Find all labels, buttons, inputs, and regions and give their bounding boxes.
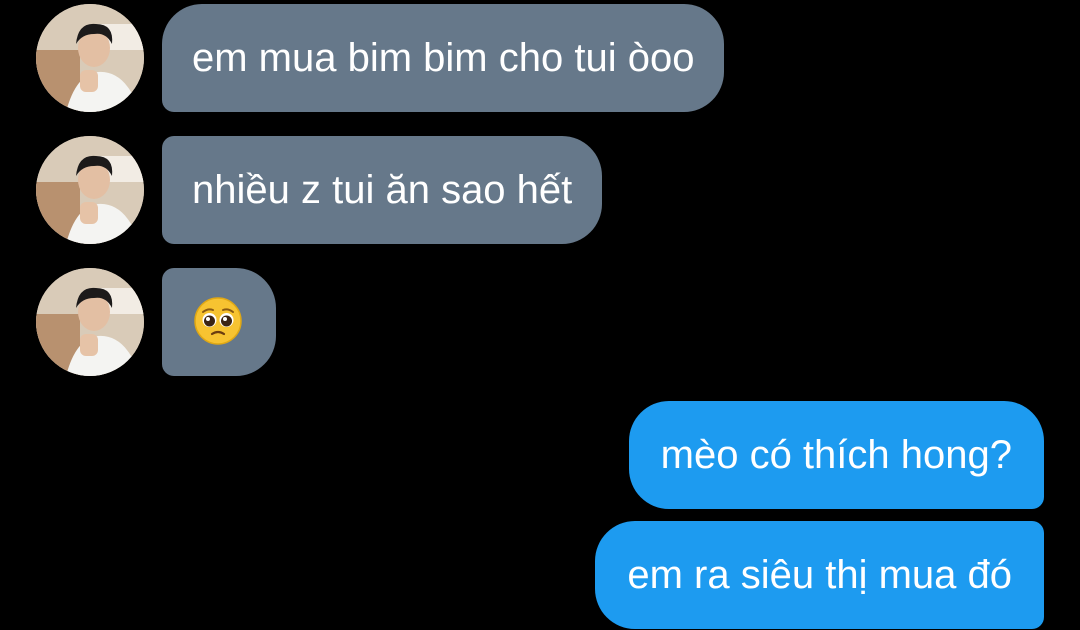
message-text: em ra siêu thị mua đó [627,553,1012,597]
message-text: em mua bim bim cho tui òoo [192,36,695,80]
message-text: mèo có thích hong? [660,433,1012,477]
chat-thread: em mua bim bim cho tui òoo nhiều z tui ă… [0,0,1080,630]
message-text: nhiều z tui ăn sao hết [192,168,573,212]
received-emoji-bubble[interactable] [162,268,276,376]
sent-message-bubble[interactable]: mèo có thích hong? [628,401,1044,509]
received-message-bubble[interactable]: em mua bim bim cho tui òoo [162,4,725,112]
received-message-bubble[interactable]: nhiều z tui ăn sao hết [162,136,603,244]
sender-avatar[interactable] [36,136,144,244]
avatar-photo-icon [36,268,144,376]
sent-message-bubble[interactable]: em ra siêu thị mua đó [595,521,1044,629]
avatar-photo-icon [36,136,144,244]
sender-avatar[interactable] [36,268,144,376]
sender-avatar[interactable] [36,4,144,112]
pleading-face-emoji-icon [194,297,242,346]
avatar-photo-icon [36,4,144,112]
